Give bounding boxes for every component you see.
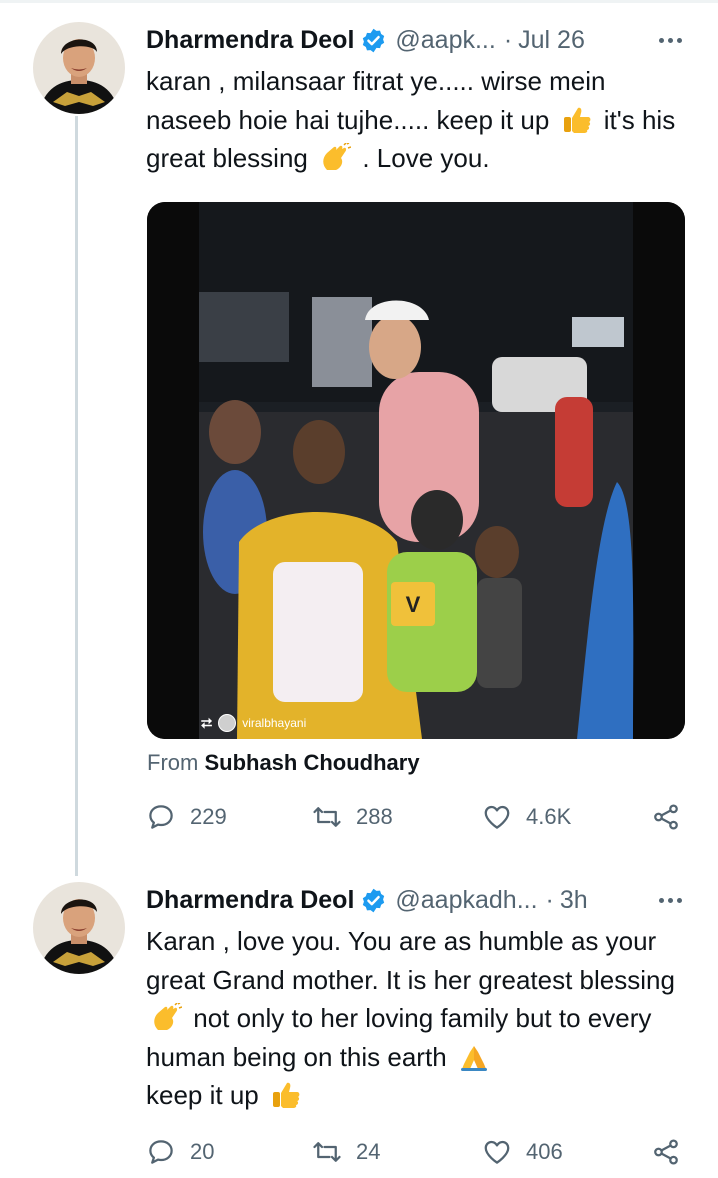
credit-avatar — [218, 714, 237, 732]
share-icon — [654, 1139, 678, 1165]
reply-count: 229 — [190, 804, 227, 829]
heart-icon — [484, 1140, 510, 1164]
tweet[interactable]: Dharmendra Deol @aapkadh... · 3h Karan ,… — [0, 870, 718, 1178]
more-options-icon[interactable] — [653, 32, 688, 49]
retweet-mini-icon: ⮂ — [201, 714, 213, 731]
clapping-hands-emoji — [319, 142, 352, 173]
tweet-header: Dharmendra Deol @aapk... · Jul 26 — [146, 22, 688, 58]
reply-icon — [149, 805, 173, 829]
tweet[interactable]: Dharmendra Deol @aapk... · Jul 26 karan … — [0, 0, 718, 870]
tweet-text: Karan , love you. You are as humble as y… — [146, 922, 688, 1115]
like-button[interactable]: 4.6K — [482, 802, 571, 832]
author-handle[interactable]: @aapkadh... — [395, 886, 537, 915]
author-handle[interactable]: @aapk... — [395, 26, 495, 55]
retweet-count: 288 — [356, 804, 393, 829]
more-options-icon[interactable] — [653, 892, 688, 909]
reply-button[interactable]: 229 — [146, 802, 227, 832]
media-credit: ⮂ viralbhayani — [201, 714, 306, 732]
tweet-text-part: keep it up — [146, 1080, 259, 1110]
video-media[interactable]: V ⮂ viralbhayani — [147, 202, 685, 739]
retweet-count: 24 — [356, 1139, 381, 1164]
thumbs-up-emoji — [561, 105, 593, 135]
reply-count: 20 — [190, 1139, 215, 1164]
folded-hands-emoji — [458, 1042, 490, 1072]
heart-icon — [484, 805, 510, 829]
thumbs-up-emoji — [270, 1080, 302, 1110]
like-button[interactable]: 406 — [482, 1137, 563, 1167]
share-button[interactable] — [651, 1137, 681, 1167]
tweet-text-part: Karan , love you. You are as humble as y… — [146, 926, 675, 995]
from-user[interactable]: Subhash Choudhary — [204, 750, 419, 775]
retweet-icon — [313, 1142, 341, 1162]
from-label: From — [147, 750, 199, 775]
retweet-button[interactable]: 288 — [312, 802, 393, 832]
tweet-text-part: . Love you. — [362, 143, 490, 173]
timestamp[interactable]: 3h — [560, 886, 588, 915]
retweet-icon — [313, 807, 341, 827]
tweet-actions: 229 288 4.6K — [146, 802, 691, 842]
tweet-text: karan , milansaar fitrat ye..... wirse m… — [146, 62, 688, 178]
reply-icon — [149, 1140, 173, 1164]
timestamp[interactable]: Jul 26 — [518, 26, 585, 55]
retweet-button[interactable]: 24 — [312, 1137, 380, 1167]
separator-dot: · — [503, 25, 513, 54]
share-icon — [654, 804, 678, 830]
separator-dot: · — [545, 885, 554, 914]
author-name[interactable]: Dharmendra Deol — [146, 886, 354, 915]
media-source: From Subhash Choudhary — [147, 750, 420, 776]
author-name[interactable]: Dharmendra Deol — [146, 26, 354, 55]
credit-name: viralbhayani — [242, 716, 307, 730]
like-count: 406 — [526, 1139, 563, 1164]
tweet-actions: 20 24 406 — [146, 1137, 691, 1177]
tweet-text-part: not only to her loving family but to eve… — [146, 1003, 652, 1072]
verified-badge-icon — [360, 27, 387, 54]
reply-button[interactable]: 20 — [146, 1137, 214, 1167]
clapping-hands-emoji — [150, 1002, 183, 1033]
tweet-text-part: karan , milansaar fitrat ye..... wirse m… — [146, 66, 606, 135]
tweet-header: Dharmendra Deol @aapkadh... · 3h — [146, 882, 688, 918]
avatar[interactable] — [33, 882, 125, 974]
watermark-logo: V — [406, 592, 421, 617]
avatar[interactable] — [33, 22, 125, 114]
share-button[interactable] — [651, 802, 681, 832]
like-count: 4.6K — [526, 804, 572, 829]
verified-badge-icon — [360, 887, 387, 914]
